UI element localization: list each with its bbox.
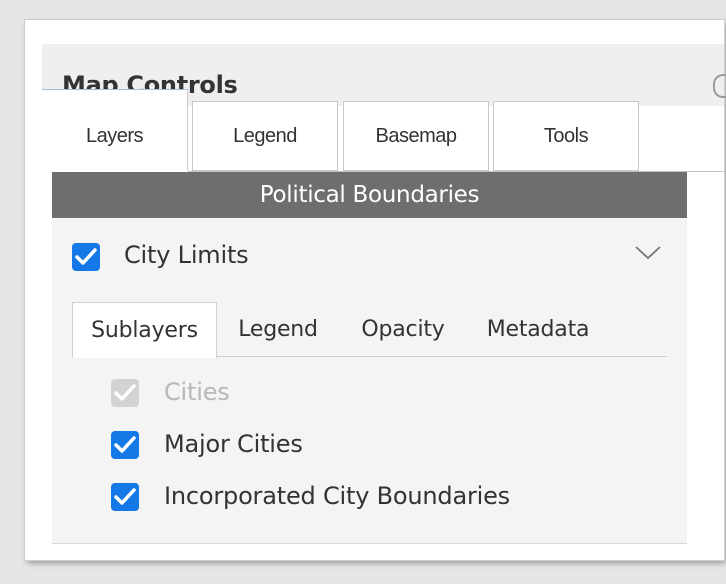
tab-opacity[interactable]: Opacity: [344, 302, 462, 357]
top-tab-bar: Layers Legend Basemap Tools: [42, 85, 724, 172]
tab-label: Opacity: [361, 317, 445, 342]
checkmark-icon: [114, 436, 136, 453]
city-limits-label: City Limits: [124, 241, 249, 269]
incorporated-city-boundaries-label: Incorporated City Boundaries: [164, 482, 510, 510]
tab-label: Basemap: [375, 124, 458, 147]
tab-label: Layers: [85, 125, 144, 147]
tab-label: Legend: [233, 124, 297, 147]
tab-label: Metadata: [486, 317, 590, 342]
tab-label: Legend: [238, 317, 318, 342]
tab-metadata[interactable]: Metadata: [472, 302, 604, 357]
tab-layer-legend[interactable]: Legend: [222, 302, 334, 357]
checkmark-icon: [114, 488, 136, 505]
tab-sublayers[interactable]: Sublayers: [72, 302, 217, 358]
layers-content: Political Boundaries City Limits Sublaye…: [52, 172, 687, 544]
tab-basemap[interactable]: Basemap: [343, 101, 489, 171]
group-header: Political Boundaries: [52, 172, 687, 218]
chevron-down-icon[interactable]: [635, 246, 661, 260]
incorporated-city-boundaries-checkbox[interactable]: [111, 483, 139, 511]
city-limits-checkbox[interactable]: [72, 243, 100, 271]
checkmark-icon: [75, 248, 97, 265]
cities-checkbox: [111, 379, 139, 407]
major-cities-checkbox[interactable]: [111, 431, 139, 459]
cities-label: Cities: [164, 378, 230, 406]
layer-tab-bar: Sublayers Legend Opacity Metadata: [72, 302, 667, 358]
tab-label: Tools: [543, 124, 589, 147]
tab-legend[interactable]: Legend: [192, 101, 338, 171]
tab-layers[interactable]: Layers: [42, 89, 188, 171]
divider: [52, 543, 687, 544]
major-cities-label: Major Cities: [164, 430, 303, 458]
checkmark-icon: [114, 384, 136, 401]
tab-label: Sublayers: [91, 318, 198, 343]
tab-tools[interactable]: Tools: [493, 101, 639, 171]
